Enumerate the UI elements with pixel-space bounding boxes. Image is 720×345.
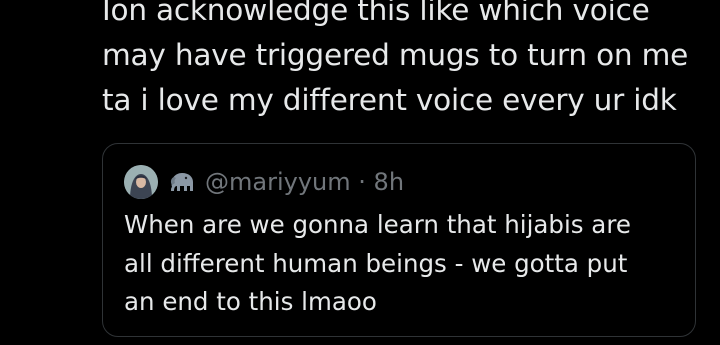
tweet-text-line: Ion acknowledge this like which voice <box>102 0 650 27</box>
avatar[interactable] <box>124 165 158 199</box>
elephant-icon <box>167 167 197 197</box>
quoted-tweet-card[interactable]: @mariyyum · 8h When are we gonna learn t… <box>102 143 696 337</box>
quoted-tweet-handle[interactable]: @mariyyum <box>205 168 351 196</box>
quoted-tweet-time[interactable]: 8h <box>374 168 404 196</box>
meta-separator: · <box>358 168 366 196</box>
tweet-text: Ion acknowledge this like which voice ma… <box>102 0 702 123</box>
quoted-tweet-text-line: all different human beings - we gotta pu… <box>124 248 628 278</box>
quoted-tweet-header: @mariyyum · 8h <box>124 164 404 200</box>
quoted-tweet-text-line: an end to this lmaoo <box>124 287 377 316</box>
tweet-text-line: ta i love my different voice every ur id… <box>102 83 677 117</box>
quoted-tweet-text: When are we gonna learn that hijabis are… <box>124 206 684 322</box>
quoted-tweet-meta: @mariyyum · 8h <box>205 168 404 196</box>
quoted-tweet-text-line: When are we gonna learn that hijabis are <box>124 210 631 239</box>
tweet-text-line: may have triggered mugs to turn on me <box>102 38 689 72</box>
